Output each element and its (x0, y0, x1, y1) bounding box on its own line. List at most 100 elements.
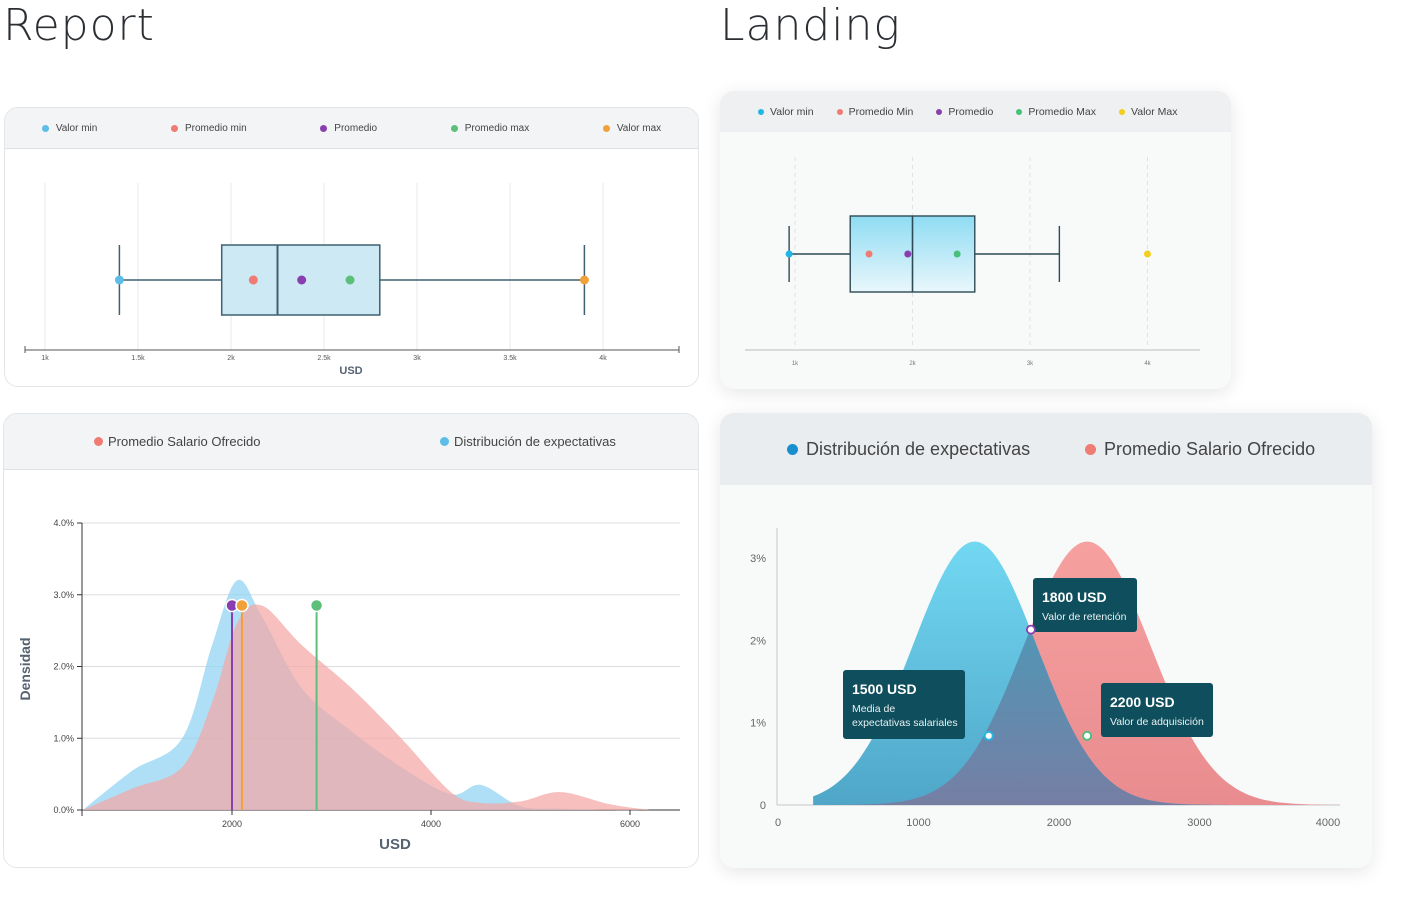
data-point (904, 250, 912, 258)
x-tick-label: 3k (1027, 361, 1034, 367)
legend-item-valor-max[interactable]: Valor Max (1119, 106, 1178, 118)
marker-dot (309, 598, 324, 613)
legend-label: Promedio Salario Ofrecido (108, 434, 261, 449)
x-tick-label: 1000 (906, 817, 930, 829)
legend-item-distribucion[interactable]: Distribución de expectativas (440, 434, 616, 449)
landing-distribution-chart: 3% 2% 1% 00 1000 2000 3000 4000 1800 USD Valor de… (750, 528, 1340, 829)
tooltip-caption: Valor de retención (1042, 611, 1127, 623)
marker-dot (235, 598, 249, 613)
data-point (248, 275, 258, 285)
x-tick-label: 1.5k (131, 355, 145, 362)
x-tick-label: 4k (1144, 361, 1151, 367)
y-tick-label: 0.0% (53, 805, 74, 815)
tooltip-value: 1800 USD (1042, 589, 1107, 605)
legend-label: Promedio Salario Ofrecido (1104, 438, 1316, 459)
legend-item-promedio-salario[interactable]: Promedio Salario Ofrecido (1085, 439, 1315, 460)
report-boxplot-card: Valor min Promedio min Promedio Promedio… (4, 107, 699, 387)
x-tick-label: 2000 (1047, 817, 1071, 829)
data-point (785, 250, 793, 258)
landing-boxplot-chart: 1k 2k 3k 4k (745, 157, 1200, 367)
legend-label: Valor min (770, 105, 814, 118)
y-tick-label: 2% (750, 635, 766, 647)
report-title: Report (3, 0, 155, 51)
x-axis-label: USD (339, 365, 362, 377)
report-distribution-legend: Promedio Salario Ofrecido Distribución d… (4, 414, 698, 470)
legend-dot (836, 108, 843, 115)
legend-dot (1085, 443, 1096, 455)
legend-label: Promedio (334, 122, 378, 134)
annotation-point (1025, 624, 1036, 635)
legend-item-promedio-salario[interactable]: Promedio Salario Ofrecido (94, 434, 260, 449)
legend-item-promedio-min[interactable]: Promedio min (170, 122, 247, 134)
landing-title: Landing (720, 0, 901, 51)
legend-dot (450, 124, 458, 132)
legend-label: Distribución de expectativas (454, 434, 616, 449)
x-tick-label: 3000 (1187, 817, 1211, 829)
legend-item-promedio[interactable]: Promedio (936, 106, 993, 118)
report-boxplot-chart: USD 1k 1.5k 2k 2.5k 3k 3.5k 4k (24, 183, 680, 377)
y-tick-label: 1% (750, 718, 766, 730)
x-tick-label: 1k (41, 355, 49, 362)
data-point (114, 275, 124, 285)
legend-item-valor-min[interactable]: Valor min (758, 106, 814, 118)
legend-label: Valor max (616, 122, 662, 134)
y-axis-label: Densidad (17, 637, 33, 700)
density-area (82, 604, 650, 810)
legend-item-distribucion[interactable]: Distribución de expectativas (787, 439, 1030, 460)
legend-label: Promedio (948, 105, 994, 118)
tooltip-box (1033, 578, 1137, 632)
x-tick-label: 6000 (620, 819, 640, 829)
legend-label: Promedio min (184, 122, 247, 134)
data-point (865, 250, 873, 258)
legend-item-promedio-max[interactable]: Promedio max (450, 122, 530, 134)
data-point (1144, 250, 1151, 258)
y-tick-label: 3.0% (53, 590, 74, 600)
data-point (345, 275, 355, 285)
x-axis-label: USD (379, 836, 411, 853)
y-tick-label: 4.0% (53, 518, 74, 528)
x-tick-label: 3k (413, 355, 421, 362)
tooltip-value: 1500 USD (852, 681, 917, 697)
legend-dot (170, 124, 178, 132)
tooltip-caption: Valor de adquisición (1110, 716, 1204, 728)
legend-item-promedio-min[interactable]: Promedio Min (836, 105, 914, 118)
tooltip-box (1101, 683, 1213, 737)
legend-dot (936, 108, 943, 115)
legend-dot (787, 443, 798, 455)
landing-distribution-legend: Distribución de expectativas Promedio Sa… (720, 413, 1372, 485)
x-tick-label: 1k (792, 361, 799, 367)
landing-boxplot-legend: Valor min Promedio Min Promedio Promedio… (720, 91, 1231, 132)
y-tick-label: 0 (760, 800, 766, 812)
y-tick-label: 1.0% (53, 733, 74, 743)
legend-dot (94, 437, 103, 446)
x-tick-label: 0 (775, 817, 781, 829)
legend-label: Promedio max (464, 122, 530, 134)
report-boxplot-legend: Valor min Promedio min Promedio Promedio… (5, 108, 698, 149)
legend-dot (440, 437, 449, 446)
legend-dot (320, 124, 328, 132)
legend-dot (41, 124, 49, 132)
x-tick-label: 2.5k (317, 355, 331, 362)
data-point (579, 275, 589, 285)
tooltip-caption: Media de (852, 703, 895, 715)
annotation-point (983, 730, 994, 741)
x-tick-label: 3.5k (503, 355, 517, 362)
data-point (953, 250, 961, 258)
legend-item-valor-max[interactable]: Valor max (602, 122, 662, 134)
legend-dot (758, 108, 764, 115)
data-point (297, 275, 307, 285)
tooltip-caption: expectativas salariales (852, 717, 958, 729)
legend-item-valor-min[interactable]: Valor min (41, 122, 98, 134)
x-tick-label: 2k (909, 361, 916, 367)
legend-label: Promedio Min (848, 105, 914, 118)
legend-dot (1119, 108, 1126, 115)
x-tick-label: 4k (599, 355, 607, 362)
x-tick-label: 2000 (222, 819, 242, 829)
legend-item-promedio[interactable]: Promedio (320, 123, 377, 134)
y-tick-label: 3% (750, 553, 766, 565)
legend-label: Distribución de expectativas (806, 438, 1031, 459)
legend-item-promedio-max[interactable]: Promedio Max (1016, 106, 1096, 118)
legend-label: Valor Max (1131, 105, 1178, 118)
landing-distribution-card: Distribución de expectativas Promedio Sa… (720, 413, 1372, 868)
legend-label: Valor min (55, 122, 98, 134)
